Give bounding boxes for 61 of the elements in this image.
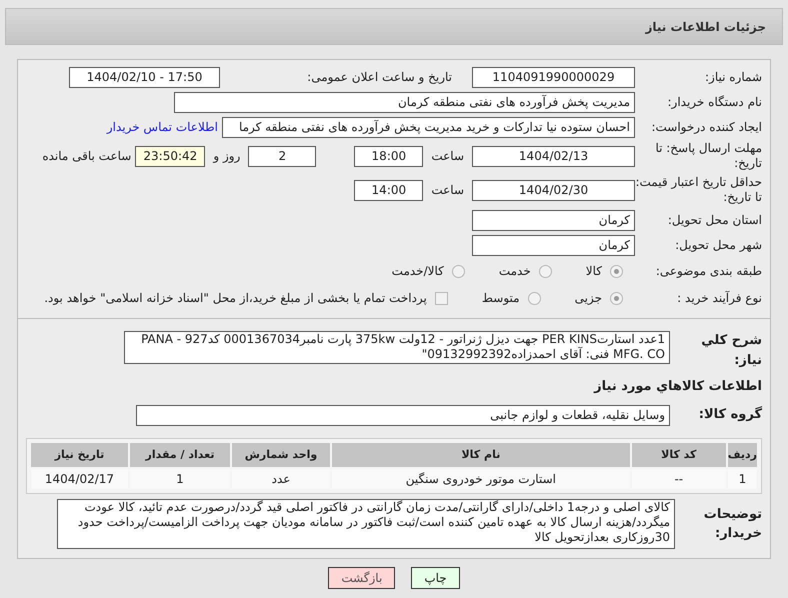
- field-label: توضیحات خریدار:: [704, 506, 762, 541]
- field-label: ساعت: [431, 148, 464, 165]
- text-field[interactable]: 1104091990000029: [472, 66, 635, 88]
- column-header: واحد شمارش: [232, 443, 330, 467]
- column-header: کد کالا: [632, 443, 726, 467]
- field-label: شهر محل تحویل:: [675, 238, 762, 252]
- field-label: نام دستگاه خریدار:: [668, 95, 762, 109]
- text-field[interactable]: 1404/02/10 - 17:50: [69, 66, 220, 88]
- text-field[interactable]: 14:00: [354, 180, 424, 200]
- text-field[interactable]: 1404/02/30: [472, 180, 635, 200]
- radio-button[interactable]: [538, 264, 552, 278]
- countdown-field[interactable]: 23:50:42: [135, 146, 206, 166]
- field-label: گروه کالا:: [698, 407, 762, 422]
- table-cell: 1404/02/17: [31, 469, 128, 489]
- text-field[interactable]: 2: [248, 146, 316, 166]
- table-cell: استارت موتور خودروی سنگین: [332, 469, 630, 489]
- checkbox-label: پرداخت تمام یا بخشی از مبلغ خرید،از محل "اسناد خزانه اسلامی" خواهد بود.: [44, 290, 427, 307]
- radio-button[interactable]: [610, 292, 623, 304]
- text-field[interactable]: وسایل نقلیه، قطعات و لوازم جانبی: [136, 404, 670, 426]
- field-label: روز و: [213, 148, 240, 165]
- section-heading: اطلاعات کالاهاي مورد نياز: [594, 378, 762, 396]
- print-button[interactable]: چاپ: [411, 567, 460, 589]
- field-label: تاریخ و ساعت اعلان عمومی:: [307, 70, 452, 84]
- column-header: ردیف: [728, 443, 757, 467]
- text-field[interactable]: 1404/02/13: [472, 146, 635, 166]
- field-label: ساعت باقی مانده: [42, 148, 132, 165]
- page-title-bar: جزئیات اطلاعات نیاز: [5, 8, 783, 45]
- column-header: نام کالا: [332, 443, 630, 467]
- field-label: استان محل تحویل:: [668, 213, 762, 227]
- buyer-notes-textarea[interactable]: کالای اصلی و درجه1 داخلی/دارای گارانتی/مدت زمان گارانتی در فاکتور اصلی قید گردد/درصورت عدم تائید، کالا عودت میگردد/هزینه ارسال کالا به عهده تامین کننده است/ثبت فاکتور در سامانه مودیان جهت پرداخت الزامیست/پرداخت حدود 30روزکاری بعدازتحویل کالا: [57, 499, 675, 549]
- radio-label: خدمت: [498, 263, 531, 280]
- field-label: ساعت: [431, 182, 464, 199]
- table-cell: عدد: [232, 469, 330, 489]
- radio-button[interactable]: [610, 264, 623, 278]
- field-label: نوع فرآیند خرید :: [677, 291, 762, 305]
- text-field[interactable]: 18:00: [354, 146, 424, 166]
- column-header: تعداد / مقدار: [130, 443, 230, 467]
- radio-label: جزیی: [574, 290, 602, 307]
- field-label: طبقه بندی موضوعی:: [656, 264, 762, 278]
- field-label: حداقل تاریخ اعتبار قیمت: تا تاریخ:: [635, 175, 762, 205]
- text-field[interactable]: احسان ستوده نیا تدارکات و خرید مدیریت پخش فرآورده های نفتی منطقه کرما: [222, 116, 635, 138]
- text-field[interactable]: مدیریت پخش فرآورده های نفتی منطقه کرمان: [174, 92, 635, 112]
- radio-label: متوسط: [482, 290, 520, 307]
- checkbox[interactable]: [434, 292, 448, 304]
- radio-button[interactable]: [528, 292, 541, 304]
- text-field[interactable]: کرمان: [472, 210, 635, 230]
- column-header: تاریخ نیاز: [31, 443, 128, 467]
- field-label: شرح کلي نياز:: [701, 333, 762, 368]
- table-cell: 1: [130, 469, 230, 489]
- text-field[interactable]: کرمان: [472, 234, 635, 256]
- buyer-contact-link[interactable]: اطلاعات تماس خریدار: [106, 118, 218, 136]
- radio-label: کالا/خدمت: [392, 263, 444, 280]
- field-label: ایجاد کننده درخواست:: [651, 120, 762, 134]
- back-button[interactable]: بازگشت: [328, 567, 396, 589]
- field-label: مهلت ارسال پاسخ: تا تاریخ:: [654, 141, 762, 171]
- table-cell: --: [632, 469, 726, 489]
- description-textarea[interactable]: 1عدد استارتPER KINS جهت دیزل ژنراتور - 12ولت 375kw پارت نامبر0001367034 کد927 - PANA MFG. CO فنی: آقای احمدزاده09132992392": [124, 331, 670, 364]
- field-label: شماره نیاز:: [705, 70, 762, 84]
- radio-label: کالا: [586, 263, 602, 280]
- table-cell: 1: [728, 469, 757, 489]
- radio-button[interactable]: [452, 264, 465, 278]
